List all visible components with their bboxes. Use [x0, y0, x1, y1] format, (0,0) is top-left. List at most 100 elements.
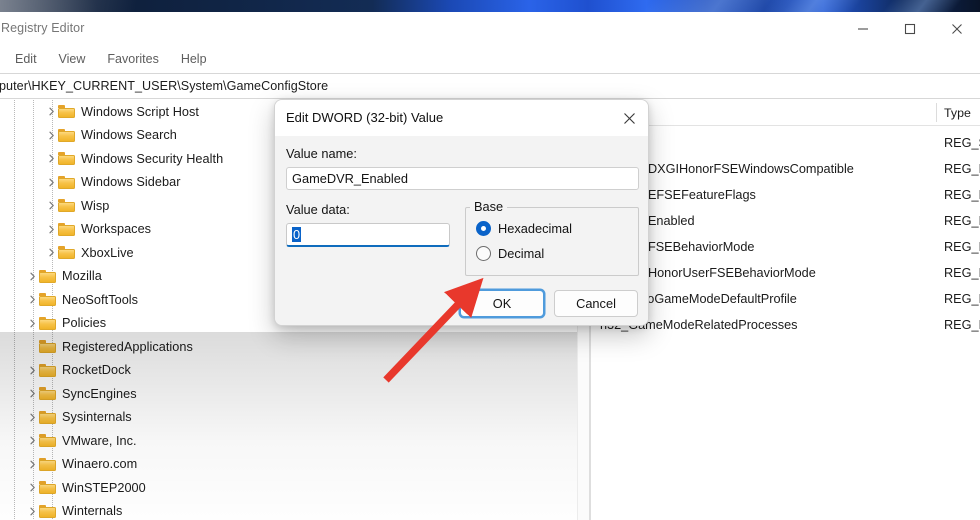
window-title: Registry Editor	[1, 21, 85, 35]
value-data-input[interactable]: 0	[286, 223, 450, 247]
value-row[interactable]: n32_AutoGameModeDefaultProfile REG_I	[592, 286, 980, 312]
cancel-button[interactable]: Cancel	[554, 290, 638, 317]
menu-item-help[interactable]: Help	[170, 48, 218, 70]
base-groupbox	[465, 207, 639, 276]
folder-icon	[58, 128, 75, 142]
menu-item-edit[interactable]: Edit	[4, 48, 48, 70]
value-row-type: REG_I	[944, 292, 980, 306]
folder-icon	[39, 293, 56, 307]
close-button[interactable]	[933, 12, 980, 45]
radio-hexadecimal-indicator[interactable]	[476, 221, 491, 236]
chevron-right-icon[interactable]	[25, 476, 39, 500]
folder-icon	[58, 175, 75, 189]
tree-item-label: Mozilla	[62, 269, 102, 284]
radio-decimal-label: Decimal	[498, 246, 545, 261]
desktop-wallpaper-strip	[0, 0, 980, 12]
chevron-right-icon[interactable]	[44, 100, 58, 124]
value-name-label: Value name:	[286, 146, 357, 161]
value-row-type: REG_I	[944, 188, 980, 202]
folder-icon	[58, 199, 75, 213]
tree-item-label: Wisp	[81, 198, 110, 213]
radio-hexadecimal-label: Hexadecimal	[498, 221, 572, 236]
folder-icon	[39, 363, 56, 377]
value-row-type: REG_I	[944, 240, 980, 254]
column-header-type[interactable]: Type	[944, 106, 971, 120]
chevron-right-icon[interactable]	[44, 124, 58, 148]
tree-item-winaero-com[interactable]: Winaero.com	[0, 453, 578, 477]
window-titlebar[interactable]: Registry Editor	[0, 12, 980, 45]
radio-decimal-indicator[interactable]	[476, 246, 491, 261]
maximize-button[interactable]	[886, 12, 933, 45]
chevron-right-icon[interactable]	[25, 406, 39, 430]
chevron-right-icon[interactable]	[25, 312, 39, 336]
dialog-close-icon[interactable]	[608, 100, 648, 136]
radio-hexadecimal[interactable]: Hexadecimal	[476, 221, 572, 236]
minimize-button[interactable]	[839, 12, 886, 45]
tree-item-winstep2000[interactable]: WinSTEP2000	[0, 476, 578, 500]
tree-item-label: Windows Security Health	[81, 151, 224, 166]
value-name-input[interactable]: GameDVR_Enabled	[286, 167, 639, 190]
menu-item-favorites[interactable]: Favorites	[96, 48, 169, 70]
value-row[interactable]: neDVR_FSEBehaviorMode REG_I	[592, 234, 980, 260]
address-path: puter\HKEY_CURRENT_USER\System\GameConfi…	[0, 79, 329, 93]
value-row-type: REG_I	[944, 162, 980, 176]
values-column-header: Name Type	[592, 100, 980, 126]
chevron-right-icon[interactable]	[25, 265, 39, 289]
dialog-titlebar[interactable]: Edit DWORD (32-bit) Value	[275, 100, 648, 136]
folder-icon	[39, 457, 56, 471]
dialog-title: Edit DWORD (32-bit) Value	[286, 110, 444, 125]
value-data-text: 0	[292, 227, 302, 242]
chevron-right-icon[interactable]	[25, 429, 39, 453]
tree-item-label: Sysinternals	[62, 410, 132, 425]
chevron-right-icon[interactable]	[44, 171, 58, 195]
tree-item-registeredapplications[interactable]: RegisteredApplications	[0, 335, 578, 359]
chevron-right-icon[interactable]	[44, 147, 58, 171]
edit-dword-dialog: Edit DWORD (32-bit) Value Value name: Ga…	[274, 99, 649, 326]
chevron-right-icon[interactable]	[25, 382, 39, 406]
value-row[interactable]: neDVR_HonorUserFSEBehaviorMode REG_I	[592, 260, 980, 286]
radio-decimal[interactable]: Decimal	[476, 246, 544, 261]
value-row[interactable]: n32_GameModeRelatedProcesses REG_I	[592, 312, 980, 338]
folder-icon	[58, 222, 75, 236]
chevron-right-icon[interactable]	[25, 500, 39, 520]
tree-item-rocketdock[interactable]: RocketDock	[0, 359, 578, 383]
base-legend: Base	[470, 199, 508, 214]
tree-item-label: RocketDock	[62, 363, 131, 378]
chevron-right-icon[interactable]	[25, 359, 39, 383]
chevron-right-icon[interactable]	[25, 288, 39, 312]
chevron-right-icon[interactable]	[44, 218, 58, 242]
tree-item-label: Windows Search	[81, 128, 177, 143]
tree-item-winternals[interactable]: Winternals	[0, 500, 578, 520]
folder-icon	[58, 152, 75, 166]
value-row[interactable]: neDVR_EFSEFeatureFlags REG_I	[592, 182, 980, 208]
menubar: Edit View Favorites Help	[0, 45, 980, 73]
value-name-text: GameDVR_Enabled	[292, 171, 408, 186]
address-bar[interactable]: puter\HKEY_CURRENT_USER\System\GameConfi…	[0, 73, 980, 99]
tree-item-label: NeoSoftTools	[62, 292, 139, 307]
value-row[interactable]: fault)REG_S	[592, 130, 980, 156]
folder-icon	[39, 481, 56, 495]
registry-values-pane[interactable]: Name Type fault)REG_SneDVR_DXGIHonorFSEW…	[592, 100, 980, 520]
chevron-right-icon[interactable]	[44, 241, 58, 265]
registry-editor-screen: Registry Editor Edit View Favorites Help	[0, 0, 980, 520]
tree-item-syncengines[interactable]: SyncEngines	[0, 382, 578, 406]
ok-button[interactable]: OK	[460, 290, 544, 317]
chevron-right-icon[interactable]	[44, 194, 58, 218]
folder-icon	[39, 269, 56, 283]
value-row[interactable]: neDVR_EnabledREG_I	[592, 208, 980, 234]
value-row-type: REG_I	[944, 266, 980, 280]
chevron-right-icon[interactable]	[25, 453, 39, 477]
tree-item-sysinternals[interactable]: Sysinternals	[0, 406, 578, 430]
folder-icon	[39, 387, 56, 401]
folder-icon	[39, 504, 56, 518]
value-row-type: REG_S	[944, 136, 980, 150]
tree-item-label: SyncEngines	[62, 386, 137, 401]
menu-item-view[interactable]: View	[48, 48, 97, 70]
tree-item-label: Winaero.com	[62, 457, 138, 472]
value-row[interactable]: neDVR_DXGIHonorFSEWindowsCompatible REG_I	[592, 156, 980, 182]
folder-icon	[39, 316, 56, 330]
value-row-type: REG_I	[944, 318, 980, 332]
tree-item-vmware-inc[interactable]: VMware, Inc.	[0, 429, 578, 453]
folder-icon	[39, 434, 56, 448]
